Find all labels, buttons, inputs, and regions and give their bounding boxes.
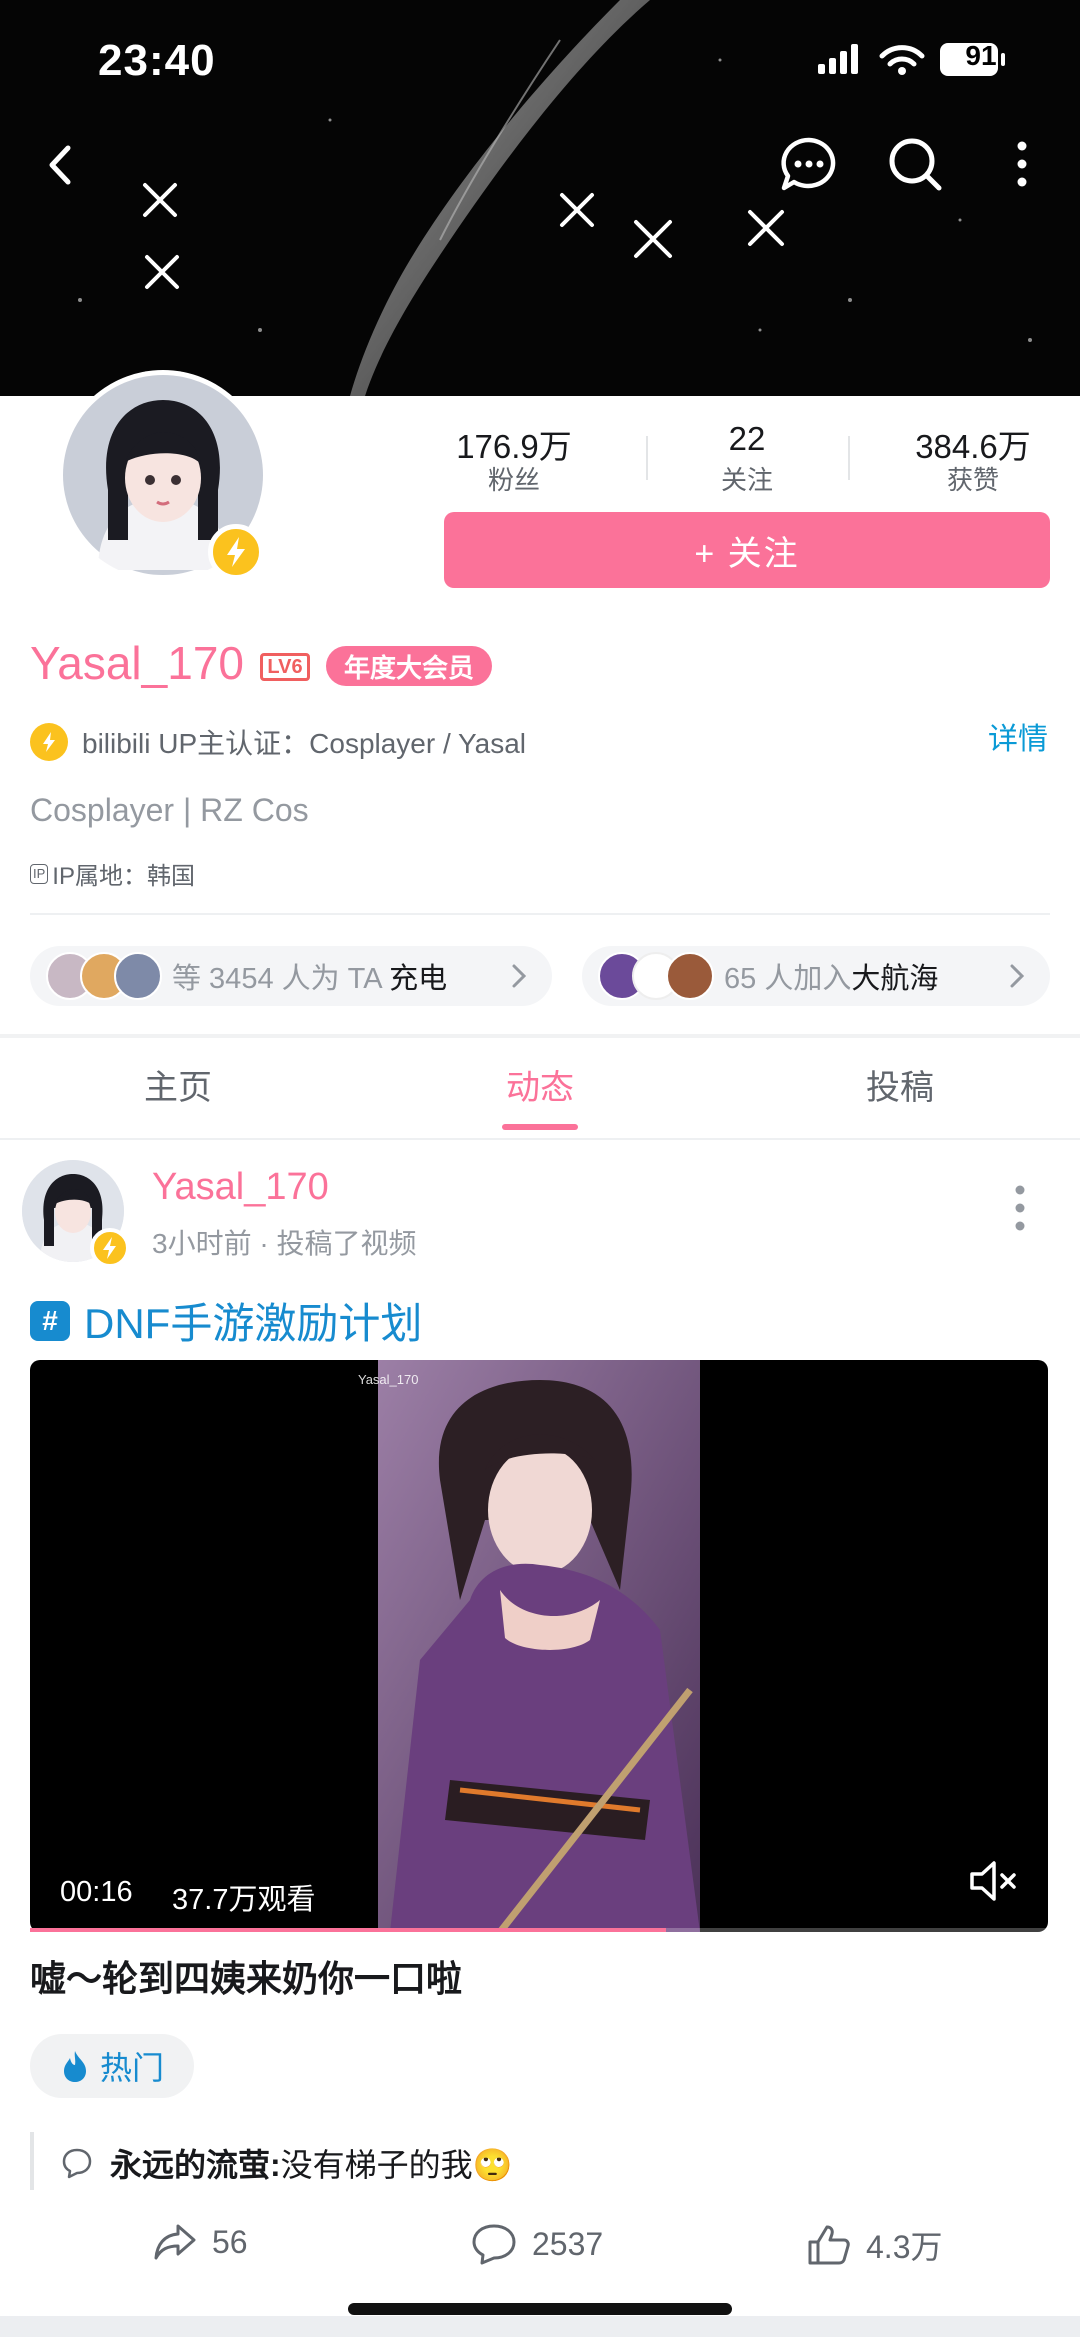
hashtag-icon: # [30,1300,70,1341]
up-verified-badge [208,524,264,580]
comment-icon [472,2224,516,2265]
active-tab-indicator [502,1124,578,1130]
video-frame [378,1360,700,1932]
post-title[interactable]: 嘘～轮到四姨来奶你一口啦 [30,1950,462,2002]
comment-count: 2537 [532,2225,604,2262]
ip-icon: IP [30,863,49,884]
tab-dynamic[interactable]: 动态 [420,1060,660,1109]
home-indicator[interactable] [348,2303,732,2315]
back-button[interactable] [24,130,94,200]
tab-border [0,1138,1080,1140]
charge-text: 等 3454 人为 TA 充电 [172,963,448,995]
level-badge: LV6 [260,653,310,681]
vip-badge[interactable]: 年度大会员 [326,646,493,686]
muted-speaker-icon [970,1861,1016,1901]
like-count: 4.3万 [866,2229,943,2265]
more-button[interactable] [987,130,1057,200]
guard-avatar [666,952,714,1000]
follow-button[interactable]: + 关注 [444,512,1050,588]
comment-icon [62,2148,92,2179]
search-icon [889,138,942,191]
comment-user: 永远的流萤: [110,2147,281,2183]
stat-divider [848,436,850,480]
flame-icon [64,2051,86,2082]
more-vertical-icon [1015,1185,1025,1231]
likes-label: 获赞 [946,465,999,495]
following-count[interactable]: 22 [627,420,867,458]
hot-label: 热门 [100,2050,165,2086]
guard-text: 65 人加入大航海 [724,963,939,995]
thumbs-up-icon [808,2225,850,2265]
video-duration: 00:16 [60,1876,133,1908]
charge-pill[interactable]: 等 3454 人为 TA 充电 [30,946,552,1006]
featured-comment[interactable]: 永远的流萤: 没有梯子的我🙄 [60,2140,513,2186]
tab-home[interactable]: 主页 [58,1060,298,1109]
back-arrow-icon [49,145,71,185]
lightning-icon [103,1237,116,1259]
more-vertical-icon [1017,141,1027,187]
search-button[interactable] [881,130,951,200]
tab-uploads[interactable]: 投稿 [780,1060,1020,1109]
status-time: 23:40 [98,36,216,85]
section-separator [0,1034,1080,1038]
hot-tag[interactable]: 热门 [30,2034,195,2098]
share-icon [154,2224,196,2260]
chevron-right-icon [512,964,527,988]
post-more-button[interactable] [990,1176,1050,1240]
wifi-icon [879,45,925,67]
post-author-name[interactable]: Yasal_170 [152,1166,329,1209]
lightning-icon [227,537,245,567]
video-player[interactable] [30,1360,1048,1932]
chevron-right-icon [1010,964,1025,988]
guard-pill[interactable]: 65 人加入大航海 [582,946,1050,1006]
supporter-avatar [114,952,162,1000]
comment-button[interactable]: 2537 [470,2222,603,2266]
comment-quote-bar [30,2132,34,2190]
following-label: 关注 [720,465,773,495]
profile-bio: Cosplayer | RZ Cos [30,792,309,828]
like-button[interactable]: 4.3万 [806,2222,943,2268]
fans-label: 粉丝 [487,465,540,495]
post-meta: 3小时前 · 投稿了视频 [152,1228,417,1259]
mute-button[interactable] [966,1854,1020,1908]
video-views: 37.7万观看 [172,1884,316,1916]
bottom-area [0,2316,1080,2337]
ip-location: IP属地：韩国 [52,863,195,890]
topic-text: DNF手游激励计划 [84,1300,423,1347]
certification-text: bilibili UP主认证：Cosplayer / Yasal [82,728,526,759]
battery-level: 91 [965,40,997,71]
signal-icon [818,44,858,74]
video-watermark: Yasal_170 [358,1372,419,1387]
details-link[interactable]: 详情 [988,714,1048,758]
comment-text: 没有梯子的我🙄 [280,2147,513,2183]
share-button[interactable]: 56 [152,2222,248,2262]
up-verified-badge [90,1228,130,1268]
ip-location-row: IP IP属地：韩国 [30,856,195,891]
profile-username: Yasal_170 [30,637,244,689]
chat-bubble-icon [781,137,836,191]
share-count: 56 [212,2223,248,2260]
topic-link[interactable]: # DNF手游激励计划 [30,1290,422,1351]
certification-row: bilibili UP主认证：Cosplayer / Yasal [30,720,526,764]
message-button[interactable] [774,130,844,200]
divider [30,913,1050,915]
lightning-icon [30,723,68,761]
video-progress-fill [30,1928,666,1932]
